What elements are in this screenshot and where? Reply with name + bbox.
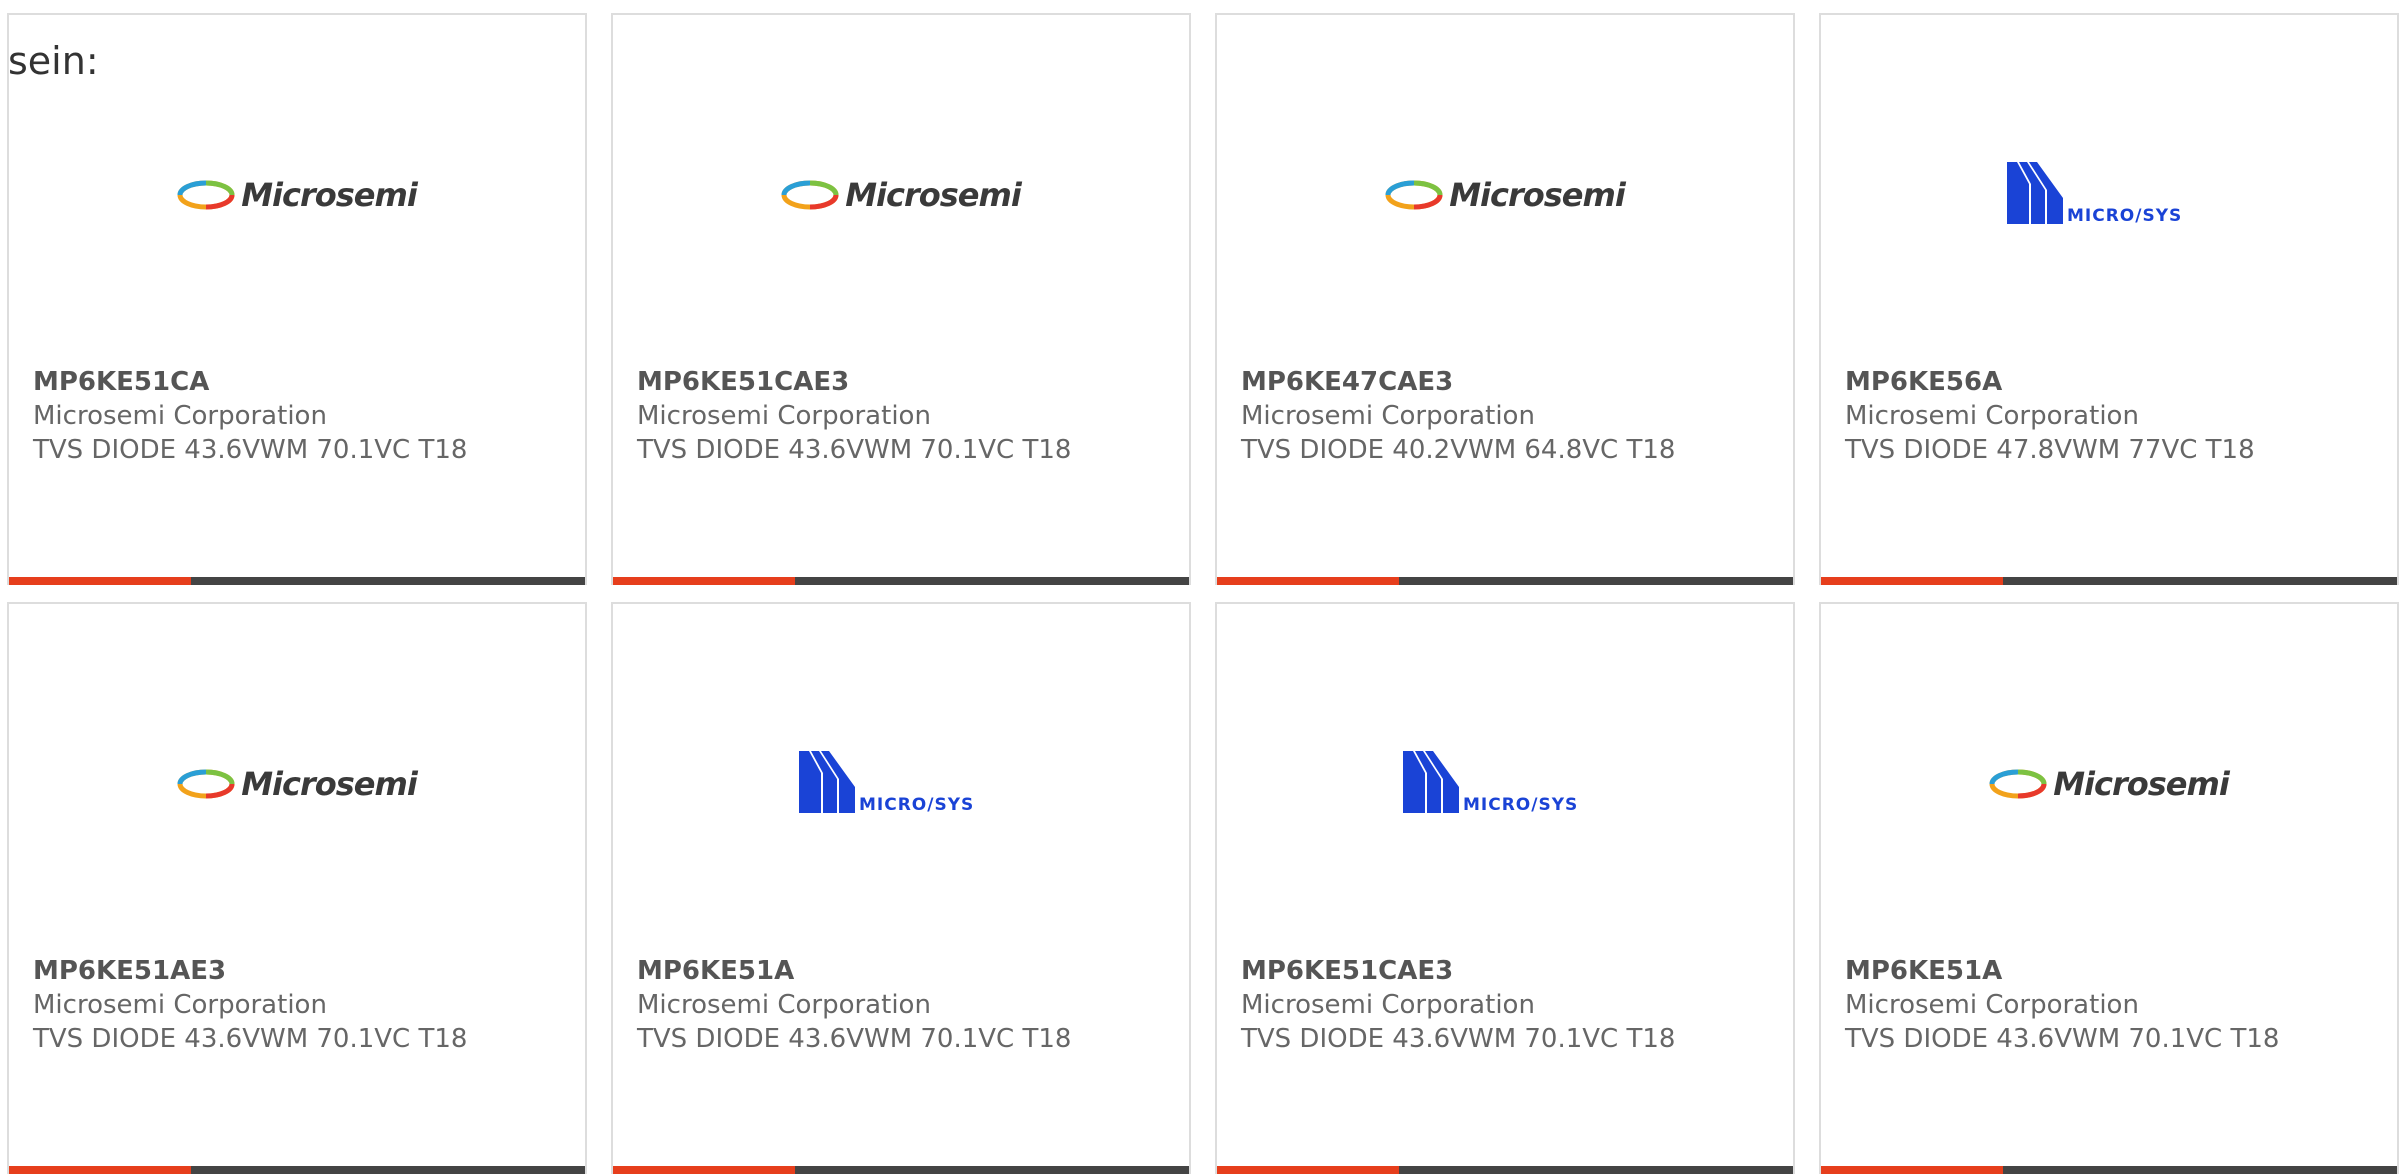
- manufacturer-logo: MICRO/SYS: [613, 734, 1189, 834]
- manufacturer-name: Microsemi Corporation: [33, 990, 327, 1020]
- product-card[interactable]: Microsemi MP6KE51CAE3 Microsemi Corporat…: [611, 13, 1191, 585]
- manufacturer-logo: Microsemi: [613, 145, 1189, 245]
- manufacturer-logo: Microsemi: [9, 734, 585, 834]
- manufacturer-name: Microsemi Corporation: [637, 990, 931, 1020]
- manufacturer-name: Microsemi Corporation: [33, 401, 327, 431]
- card-accent-bar: [613, 577, 795, 585]
- product-description: TVS DIODE 43.6VWM 70.1VC T18: [33, 1024, 468, 1054]
- microsemi-logo-icon: Microsemi: [1385, 176, 1626, 214]
- microsemi-logo-icon: Microsemi: [1989, 765, 2230, 803]
- card-bottom-bar: [613, 577, 1189, 585]
- manufacturer-name: Microsemi Corporation: [637, 401, 931, 431]
- manufacturer-logo: Microsemi: [1217, 145, 1793, 245]
- product-card[interactable]: MICRO/SYS MP6KE51A Microsemi Corporation…: [611, 602, 1191, 1174]
- product-description: TVS DIODE 40.2VWM 64.8VC T18: [1241, 435, 1676, 465]
- card-bottom-bar: [9, 1166, 585, 1174]
- part-number[interactable]: MP6KE51CAE3: [1241, 954, 1675, 988]
- product-info: MP6KE51CAE3 Microsemi Corporation TVS DI…: [637, 365, 1071, 467]
- intro-text: sein:: [8, 39, 99, 83]
- card-accent-bar: [1821, 577, 2003, 585]
- part-number[interactable]: MP6KE51CAE3: [637, 365, 1071, 399]
- product-description: TVS DIODE 47.8VWM 77VC T18: [1845, 435, 2255, 465]
- product-info: MP6KE51A Microsemi Corporation TVS DIODE…: [637, 954, 1071, 1056]
- part-number[interactable]: MP6KE47CAE3: [1241, 365, 1675, 399]
- card-accent-bar: [1217, 577, 1399, 585]
- product-description: TVS DIODE 43.6VWM 70.1VC T18: [637, 435, 1072, 465]
- microsemi-logo-icon: Microsemi: [781, 176, 1022, 214]
- card-accent-bar: [1217, 1166, 1399, 1174]
- product-info: MP6KE56A Microsemi Corporation TVS DIODE…: [1845, 365, 2255, 467]
- microsys-logo-icon: MICRO/SYS: [1403, 751, 1607, 817]
- card-bottom-bar: [613, 1166, 1189, 1174]
- product-info: MP6KE51A Microsemi Corporation TVS DIODE…: [1845, 954, 2279, 1056]
- part-number[interactable]: MP6KE56A: [1845, 365, 2255, 399]
- product-description: TVS DIODE 43.6VWM 70.1VC T18: [33, 435, 468, 465]
- microsemi-logo-icon: Microsemi: [177, 176, 418, 214]
- product-description: TVS DIODE 43.6VWM 70.1VC T18: [1845, 1024, 2280, 1054]
- card-bottom-bar: [1821, 1166, 2397, 1174]
- microsys-logo-icon: MICRO/SYS: [2007, 162, 2211, 228]
- card-accent-bar: [1821, 1166, 2003, 1174]
- part-number[interactable]: MP6KE51A: [637, 954, 1071, 988]
- manufacturer-logo: MICRO/SYS: [1821, 145, 2397, 245]
- manufacturer-name: Microsemi Corporation: [1241, 401, 1535, 431]
- part-number[interactable]: MP6KE51A: [1845, 954, 2279, 988]
- part-number[interactable]: MP6KE51AE3: [33, 954, 467, 988]
- part-number[interactable]: MP6KE51CA: [33, 365, 467, 399]
- product-info: MP6KE51CAE3 Microsemi Corporation TVS DI…: [1241, 954, 1675, 1056]
- product-info: MP6KE51AE3 Microsemi Corporation TVS DIO…: [33, 954, 467, 1056]
- manufacturer-name: Microsemi Corporation: [1845, 990, 2139, 1020]
- manufacturer-logo: MICRO/SYS: [1217, 734, 1793, 834]
- product-card[interactable]: MICRO/SYS MP6KE51CAE3 Microsemi Corporat…: [1215, 602, 1795, 1174]
- product-info: MP6KE47CAE3 Microsemi Corporation TVS DI…: [1241, 365, 1675, 467]
- product-description: TVS DIODE 43.6VWM 70.1VC T18: [1241, 1024, 1676, 1054]
- product-card[interactable]: Microsemi MP6KE51CA Microsemi Corporatio…: [7, 13, 587, 585]
- product-grid: Microsemi MP6KE51CA Microsemi Corporatio…: [0, 0, 2400, 1174]
- card-bottom-bar: [1821, 577, 2397, 585]
- manufacturer-logo: Microsemi: [9, 145, 585, 245]
- product-info: MP6KE51CA Microsemi Corporation TVS DIOD…: [33, 365, 467, 467]
- product-description: TVS DIODE 43.6VWM 70.1VC T18: [637, 1024, 1072, 1054]
- card-accent-bar: [613, 1166, 795, 1174]
- product-card[interactable]: MICRO/SYS MP6KE56A Microsemi Corporation…: [1819, 13, 2399, 585]
- card-bottom-bar: [9, 577, 585, 585]
- card-accent-bar: [9, 577, 191, 585]
- card-bottom-bar: [1217, 1166, 1793, 1174]
- product-card[interactable]: Microsemi MP6KE51A Microsemi Corporation…: [1819, 602, 2399, 1174]
- manufacturer-name: Microsemi Corporation: [1845, 401, 2139, 431]
- microsemi-logo-icon: Microsemi: [177, 765, 418, 803]
- card-bottom-bar: [1217, 577, 1793, 585]
- card-accent-bar: [9, 1166, 191, 1174]
- product-card[interactable]: Microsemi MP6KE47CAE3 Microsemi Corporat…: [1215, 13, 1795, 585]
- manufacturer-logo: Microsemi: [1821, 734, 2397, 834]
- manufacturer-name: Microsemi Corporation: [1241, 990, 1535, 1020]
- microsys-logo-icon: MICRO/SYS: [799, 751, 1003, 817]
- product-card[interactable]: Microsemi MP6KE51AE3 Microsemi Corporati…: [7, 602, 587, 1174]
